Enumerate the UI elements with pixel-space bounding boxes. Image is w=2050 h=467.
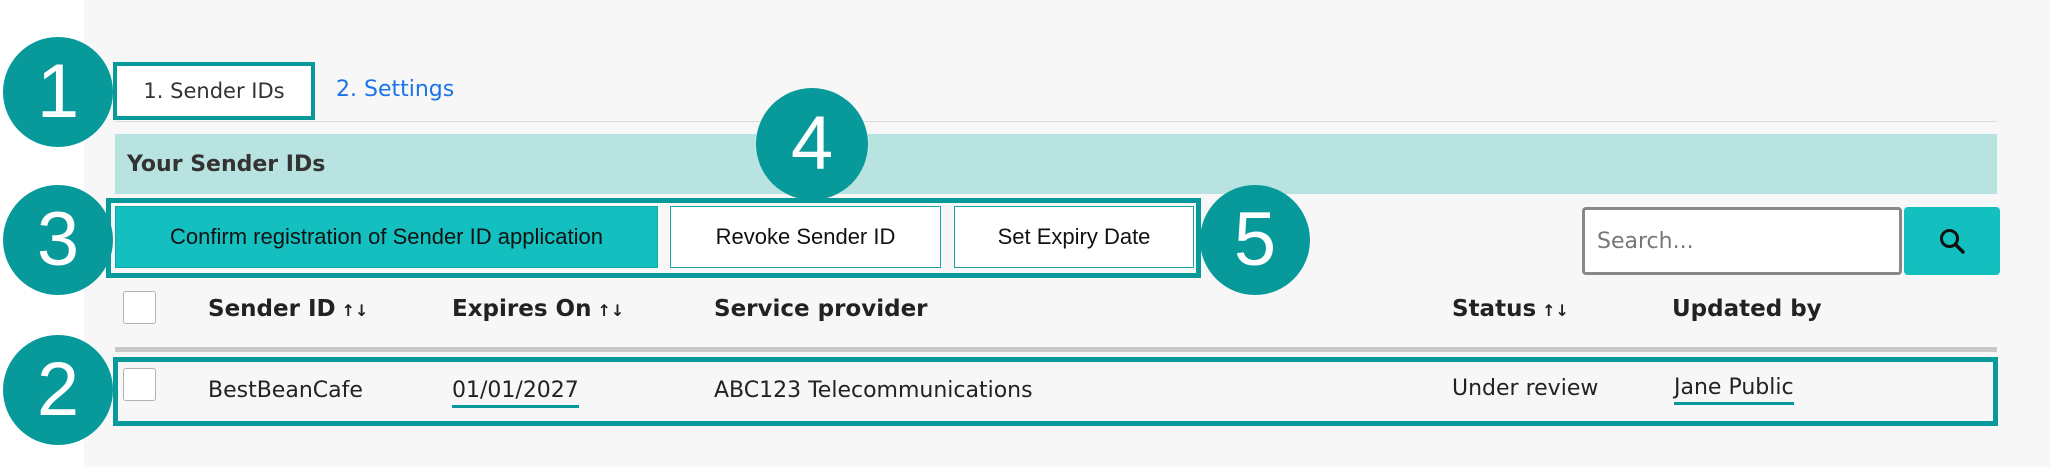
marker-5: 5 bbox=[1200, 185, 1310, 295]
marker-4: 4 bbox=[756, 88, 868, 200]
column-label: Status bbox=[1452, 296, 1537, 322]
column-header-status[interactable]: Status ↑↓ bbox=[1452, 296, 1569, 322]
select-all-checkbox[interactable] bbox=[123, 291, 156, 324]
sort-icon[interactable]: ↑↓ bbox=[1542, 301, 1569, 320]
section-title: Your Sender IDs bbox=[115, 134, 1997, 194]
row-checkbox[interactable] bbox=[123, 368, 156, 401]
table-header-divider bbox=[115, 347, 1997, 352]
cell-service-provider: ABC123 Telecommunications bbox=[714, 378, 1033, 403]
marker-2: 2 bbox=[3, 335, 113, 445]
column-header-expires-on[interactable]: Expires On ↑↓ bbox=[452, 296, 624, 322]
sort-icon[interactable]: ↑↓ bbox=[342, 301, 369, 320]
cell-status: Under review bbox=[1452, 376, 1599, 401]
column-label: Updated by bbox=[1672, 296, 1822, 322]
revoke-sender-id-button[interactable]: Revoke Sender ID bbox=[670, 206, 941, 268]
tab-divider bbox=[115, 121, 1997, 122]
column-label: Sender ID bbox=[208, 296, 336, 322]
search-input[interactable] bbox=[1582, 207, 1902, 275]
column-header-service-provider: Service provider bbox=[714, 296, 928, 322]
marker-3: 3 bbox=[3, 185, 113, 295]
marker-1: 1 bbox=[3, 37, 113, 147]
confirm-registration-button[interactable]: Confirm registration of Sender ID applic… bbox=[115, 206, 658, 268]
cell-updated-by[interactable]: Jane Public bbox=[1674, 375, 1794, 405]
cell-expires-on[interactable]: 01/01/2027 bbox=[452, 378, 579, 408]
column-header-sender-id[interactable]: Sender ID ↑↓ bbox=[208, 296, 368, 322]
set-expiry-date-button[interactable]: Set Expiry Date bbox=[954, 206, 1194, 268]
column-header-updated-by: Updated by bbox=[1672, 296, 1822, 322]
column-label: Expires On bbox=[452, 296, 592, 322]
sort-icon[interactable]: ↑↓ bbox=[597, 301, 624, 320]
tab-settings[interactable]: 2. Settings bbox=[336, 77, 454, 102]
column-label: Service provider bbox=[714, 296, 928, 322]
search-icon bbox=[1940, 229, 1965, 254]
tab-sender-ids[interactable]: 1. Sender IDs bbox=[113, 62, 315, 120]
search-button[interactable] bbox=[1904, 207, 2000, 275]
cell-sender-id: BestBeanCafe bbox=[208, 378, 363, 403]
